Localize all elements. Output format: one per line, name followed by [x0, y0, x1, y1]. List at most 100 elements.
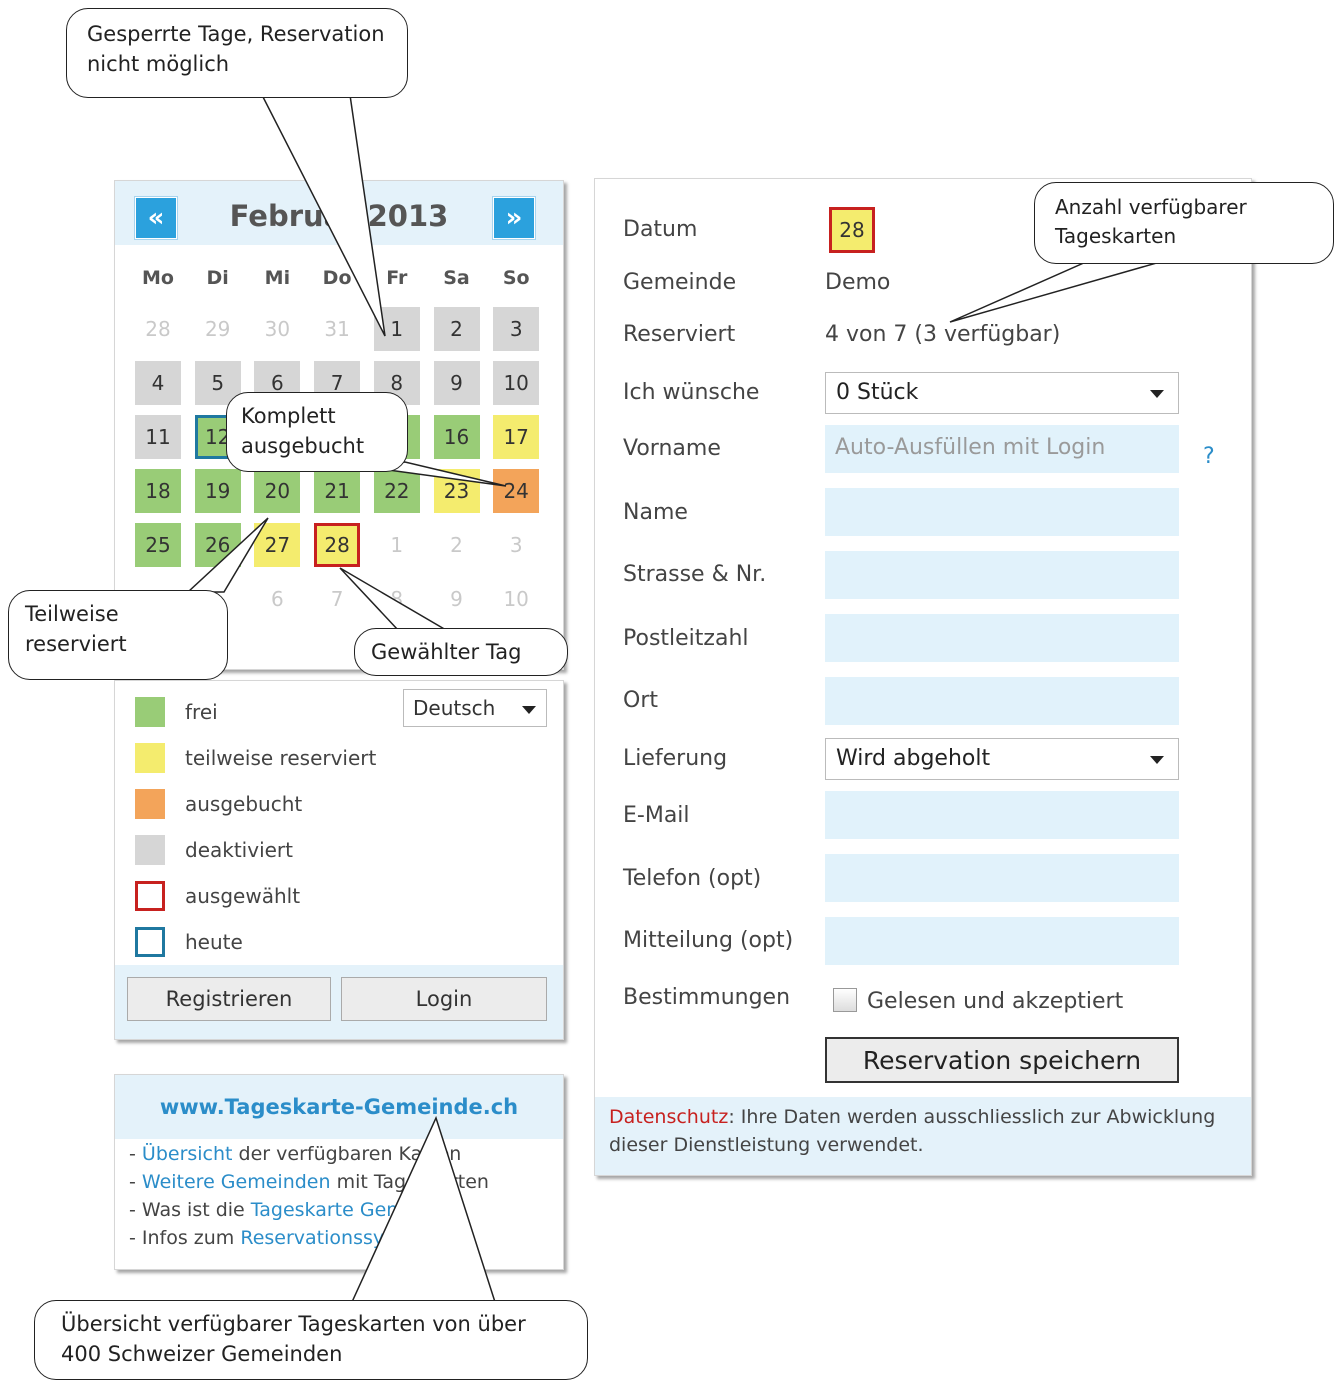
- vorname-label: Vorname: [623, 436, 721, 461]
- help-icon[interactable]: ?: [1203, 444, 1215, 469]
- calendar-day-disabled: 2: [433, 307, 480, 351]
- privacy-link[interactable]: Datenschutz: [609, 1106, 728, 1128]
- info-line: - Übersicht der verfügbaren Karten: [129, 1143, 461, 1165]
- info-line: - Infos zum Reservationssystem: [129, 1227, 432, 1249]
- calendar-day-free[interactable]: 26: [194, 523, 241, 567]
- auth-button-row: Registrieren Login: [115, 965, 563, 1039]
- calendar-day-disabled: 11: [135, 415, 181, 459]
- telefon-input[interactable]: [825, 854, 1179, 902]
- register-button[interactable]: Registrieren: [127, 977, 331, 1021]
- vorname-input[interactable]: Auto-Ausfüllen mit Login: [825, 425, 1179, 473]
- calendar-day-free[interactable]: 16: [433, 415, 480, 459]
- calendar-day-partial[interactable]: 23: [433, 469, 480, 513]
- wunsch-label: Ich wünsche: [623, 380, 760, 405]
- weekday-label: Mo: [142, 267, 174, 289]
- calendar-day-other: 28: [145, 317, 171, 341]
- weekday-label: Do: [322, 267, 352, 289]
- legend-label-selected: ausgewählt: [185, 884, 301, 908]
- callout-gesperrt: Gesperrte Tage, Reservation nicht möglic…: [66, 8, 408, 98]
- calendar-day-free[interactable]: 19: [194, 469, 241, 513]
- legend-label-free: frei: [185, 700, 218, 724]
- next-month-button[interactable]: »: [493, 197, 535, 239]
- gemeinde-label: Gemeinde: [623, 270, 737, 295]
- info-line-link[interactable]: Weitere Gemeinden: [142, 1171, 331, 1193]
- info-line-suffix: der verfügbaren Karten: [232, 1143, 462, 1165]
- weekday-label: So: [502, 267, 530, 289]
- bestimmungen-link[interactable]: Bestimmungen: [623, 985, 790, 1010]
- weekday-label: Sa: [443, 267, 470, 289]
- calendar-day-other: 31: [324, 317, 350, 341]
- lieferung-select[interactable]: Wird abgeholt: [825, 738, 1179, 780]
- calendar-day-disabled: 4: [135, 361, 181, 405]
- quantity-select[interactable]: 0 Stück: [825, 372, 1179, 414]
- legend-label-today: heute: [185, 930, 243, 954]
- plz-label: Postleitzahl: [623, 626, 749, 651]
- datum-label: Datum: [623, 217, 698, 242]
- mitteilung-label: Mitteilung (opt): [623, 928, 794, 953]
- weekday-label: Mi: [264, 267, 291, 289]
- info-title-link[interactable]: www.Tageskarte-Gemeinde.ch: [115, 1095, 563, 1119]
- accept-checkbox[interactable]: [833, 988, 857, 1012]
- legend-swatch-today: [135, 927, 165, 957]
- info-panel: www.Tageskarte-Gemeinde.ch - Übersicht d…: [114, 1074, 564, 1270]
- email-input[interactable]: [825, 791, 1179, 839]
- privacy-notice: Datenschutz: Ihre Daten werden ausschlie…: [595, 1097, 1251, 1175]
- gemeinde-value: Demo: [825, 270, 891, 295]
- info-line-prefix: -: [129, 1171, 142, 1193]
- language-select[interactable]: Deutsch: [403, 689, 547, 727]
- callout-uebersicht: Übersicht verfügbarer Tageskarten von üb…: [34, 1300, 588, 1380]
- calendar-day-other: 29: [204, 317, 231, 341]
- calendar-day-free[interactable]: 22: [373, 469, 420, 513]
- calendar-day-free[interactable]: 18: [135, 469, 181, 513]
- calendar-day-other: 1: [390, 533, 404, 557]
- calendar-day-disabled: 10: [493, 361, 540, 405]
- calendar-day-partial[interactable]: 27: [254, 523, 301, 567]
- telefon-label: Telefon (opt): [623, 866, 762, 891]
- info-line: - Was ist die Tageskarte Gemeinde: [129, 1199, 458, 1221]
- calendar-day-free[interactable]: 21: [314, 469, 361, 513]
- name-label: Name: [623, 500, 688, 525]
- legend-swatch-partial: [135, 743, 165, 773]
- callout-komplett: Komplett ausgebucht: [226, 392, 408, 472]
- info-line: - Weitere Gemeinden mit Tageskarten: [129, 1171, 489, 1193]
- info-line-link[interactable]: Reservationssystem: [240, 1227, 431, 1249]
- calendar-day-other: 30: [264, 317, 291, 341]
- legend-label-booked: ausgebucht: [185, 792, 303, 816]
- mitteilung-input[interactable]: [825, 917, 1179, 965]
- name-input[interactable]: [825, 488, 1179, 536]
- ort-input[interactable]: [825, 677, 1179, 725]
- language-value: Deutsch: [413, 696, 496, 720]
- legend-swatch-disabled: [135, 835, 165, 865]
- calendar-day-selected[interactable]: 28: [314, 523, 361, 567]
- info-line-link[interactable]: Tageskarte Gemeinde: [251, 1199, 458, 1221]
- login-button[interactable]: Login: [341, 977, 547, 1021]
- calendar-day-free[interactable]: 25: [135, 523, 181, 567]
- calendar-day-other: 7: [330, 587, 344, 611]
- info-line-prefix: -: [129, 1143, 142, 1165]
- reserviert-value: 4 von 7 (3 verfügbar): [825, 322, 1061, 347]
- info-line-suffix: mit Tageskarten: [330, 1171, 489, 1193]
- calendar-day-disabled: 3: [493, 307, 540, 351]
- save-reservation-button[interactable]: Reservation speichern: [825, 1037, 1179, 1083]
- plz-input[interactable]: [825, 614, 1179, 662]
- legend-label-partial: teilweise reserviert: [185, 746, 377, 770]
- callout-anzahl: Anzahl verfügbarer Tageskarten: [1034, 182, 1334, 264]
- callout-gewaehlt: Gewählter Tag: [354, 628, 568, 676]
- calendar-day-free[interactable]: 20: [254, 469, 301, 513]
- chevron-down-icon: [522, 706, 536, 714]
- callout-teilweise: Teilweise reserviert: [8, 590, 228, 680]
- chevron-down-icon: [1150, 756, 1164, 764]
- quantity-value: 0 Stück: [836, 380, 919, 405]
- legend-swatch-free: [135, 697, 165, 727]
- info-line-prefix: - Was ist die: [129, 1199, 251, 1221]
- lieferung-label: Lieferung: [623, 746, 728, 771]
- calendar-day-other: 3: [509, 533, 523, 557]
- legend-swatch-booked: [135, 789, 165, 819]
- calendar-day-other: 9: [450, 587, 463, 611]
- calendar-day-other: 2: [450, 533, 463, 557]
- info-line-link[interactable]: Übersicht: [142, 1143, 233, 1165]
- lieferung-value: Wird abgeholt: [836, 746, 991, 771]
- strasse-input[interactable]: [825, 551, 1179, 599]
- calendar-day-partial[interactable]: 17: [493, 415, 540, 459]
- legend-label-disabled: deaktiviert: [185, 838, 293, 862]
